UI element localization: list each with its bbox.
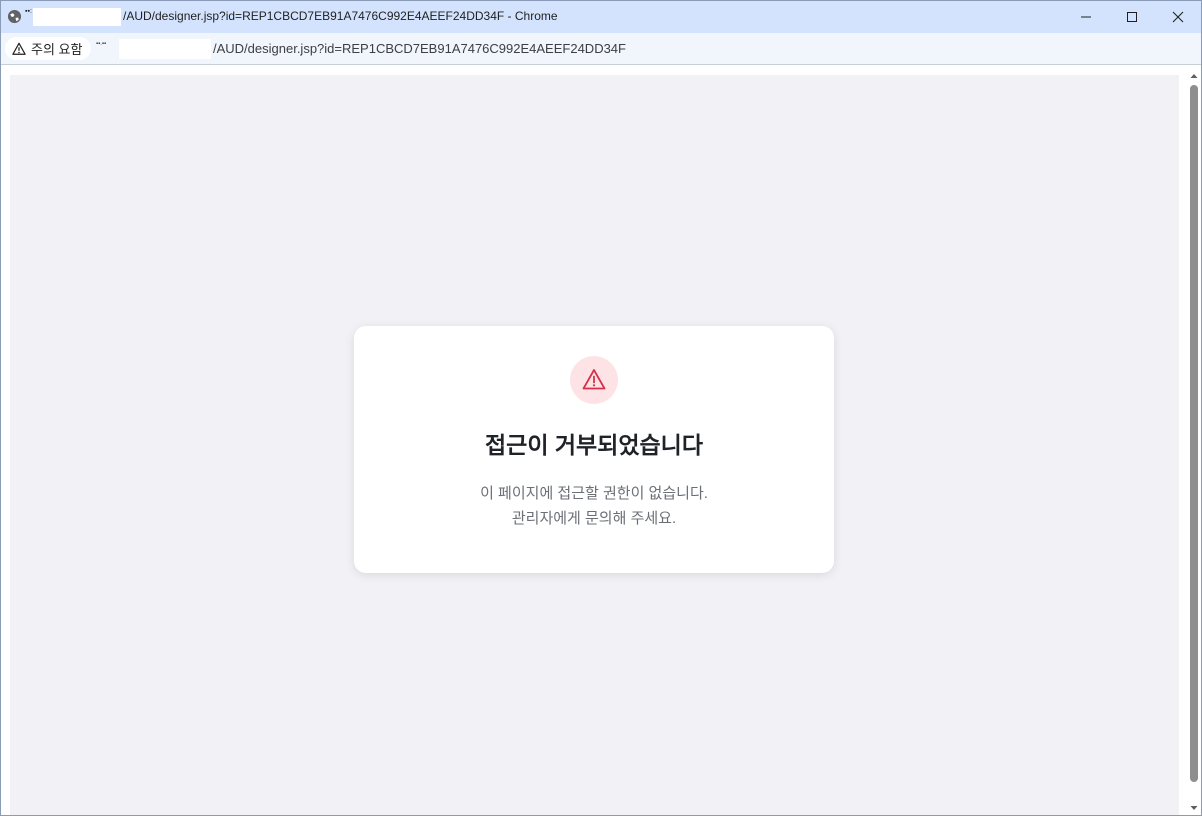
window-title: /AUD/designer.jsp?id=REP1CBCD7EB91A7476C… bbox=[123, 9, 558, 23]
scrollbar-thumb[interactable] bbox=[1190, 85, 1198, 782]
message-line-1: 이 페이지에 접근할 권한이 없습니다. bbox=[480, 485, 708, 502]
minimize-button[interactable] bbox=[1063, 1, 1109, 33]
close-icon bbox=[1172, 11, 1184, 23]
scroll-up-arrow-icon[interactable] bbox=[1189, 71, 1199, 81]
minimize-icon bbox=[1081, 16, 1091, 18]
vertical-scrollbar[interactable] bbox=[1187, 69, 1201, 815]
globe-icon bbox=[7, 9, 22, 24]
address-host-fragment: ▪▪.▪▪ bbox=[96, 41, 107, 47]
address-bar[interactable]: 주의 요함 ▪▪.▪▪ /AUD/designer.jsp?id=REP1CBC… bbox=[1, 33, 1201, 65]
access-denied-card: 접근이 거부되었습니다 이 페이지에 접근할 권한이 없습니다. 관리자에게 문… bbox=[354, 326, 834, 573]
url-text[interactable]: /AUD/designer.jsp?id=REP1CBCD7EB91A7476C… bbox=[213, 41, 626, 56]
message-line-2: 관리자에게 문의해 주세요. bbox=[511, 510, 677, 527]
page-title: 접근이 거부되었습니다 bbox=[485, 432, 703, 458]
warning-icon bbox=[12, 42, 26, 55]
title-bar[interactable]: ▪▪: /AUD/designer.jsp?id=REP1CBCD7EB91A7… bbox=[1, 1, 1201, 33]
scroll-down-arrow-icon[interactable] bbox=[1189, 803, 1199, 813]
page-viewport: 접근이 거부되었습니다 이 페이지에 접근할 권한이 없습니다. 관리자에게 문… bbox=[1, 65, 1201, 815]
browser-window: ▪▪: /AUD/designer.jsp?id=REP1CBCD7EB91A7… bbox=[0, 0, 1202, 816]
security-warning-chip[interactable]: 주의 요함 bbox=[5, 37, 92, 60]
maximize-icon bbox=[1127, 12, 1137, 22]
title-host-fragment: ▪▪: bbox=[25, 8, 32, 15]
alert-icon-badge bbox=[570, 356, 618, 404]
security-warning-label: 주의 요함 bbox=[31, 42, 83, 57]
redacted-host bbox=[33, 8, 121, 26]
close-button[interactable] bbox=[1155, 1, 1201, 33]
maximize-button[interactable] bbox=[1109, 1, 1155, 33]
alert-triangle-icon bbox=[582, 369, 606, 390]
redacted-host bbox=[119, 39, 211, 59]
